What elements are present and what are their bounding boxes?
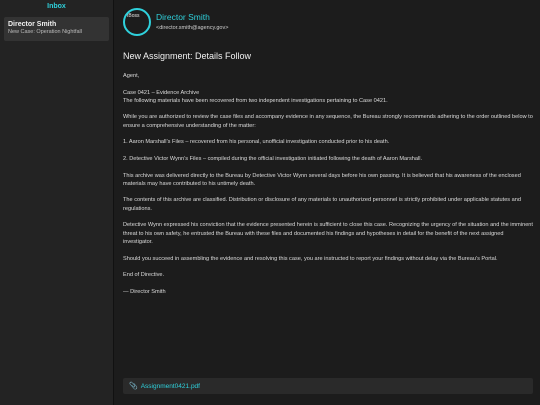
body-paragraph: While you are authorized to review the c… <box>123 114 533 129</box>
body-paragraph: 1. Aaron Marshall’s Files – recovered fr… <box>123 139 390 146</box>
avatar-label: IBoss <box>127 13 140 19</box>
body-case-heading: Case 0421 – Evidence Archive <box>123 89 200 96</box>
attachment[interactable]: 📎 Assignment0421.pdf <box>123 378 533 394</box>
email-subject: New Assignment: Details Follow <box>123 51 252 61</box>
paperclip-icon: 📎 <box>129 383 138 390</box>
mail-item-sender: Director Smith <box>8 21 57 28</box>
mail-list-item[interactable]: Director Smith New Case: Operation Night… <box>4 17 109 41</box>
body-paragraph: 2. Detective Victor Wynn’s Files – compi… <box>123 155 423 162</box>
body-paragraph: The following materials have been recove… <box>123 97 388 104</box>
email-view: IBoss Director Smith <director.smith@age… <box>115 0 540 405</box>
inbox-sidebar: Inbox Director Smith New Case: Operation… <box>0 0 114 405</box>
avatar: IBoss <box>123 8 151 36</box>
body-greeting: Agent, <box>123 73 140 79</box>
body-signature: — Director Smith <box>123 288 166 295</box>
mail-item-subject: New Case: Operation Nightfall <box>8 29 82 35</box>
email-header: IBoss Director Smith <director.smith@age… <box>123 8 523 38</box>
body-paragraph: Detective Wynn expressed his conviction … <box>123 222 533 245</box>
body-closing: End of Directive. <box>123 272 165 279</box>
body-paragraph: Should you succeed in assembling the evi… <box>123 255 498 262</box>
attachment-name[interactable]: Assignment0421.pdf <box>141 383 200 390</box>
email-body: Agent, Case 0421 – Evidence Archive The … <box>123 72 533 304</box>
sender-email: <director.smith@agency.gov> <box>156 25 229 31</box>
body-paragraph: This archive was delivered directly to t… <box>123 172 521 187</box>
body-paragraph: The contents of this archive are classif… <box>123 197 521 212</box>
sender-name: Director Smith <box>156 12 210 22</box>
inbox-title: Inbox <box>47 3 66 10</box>
